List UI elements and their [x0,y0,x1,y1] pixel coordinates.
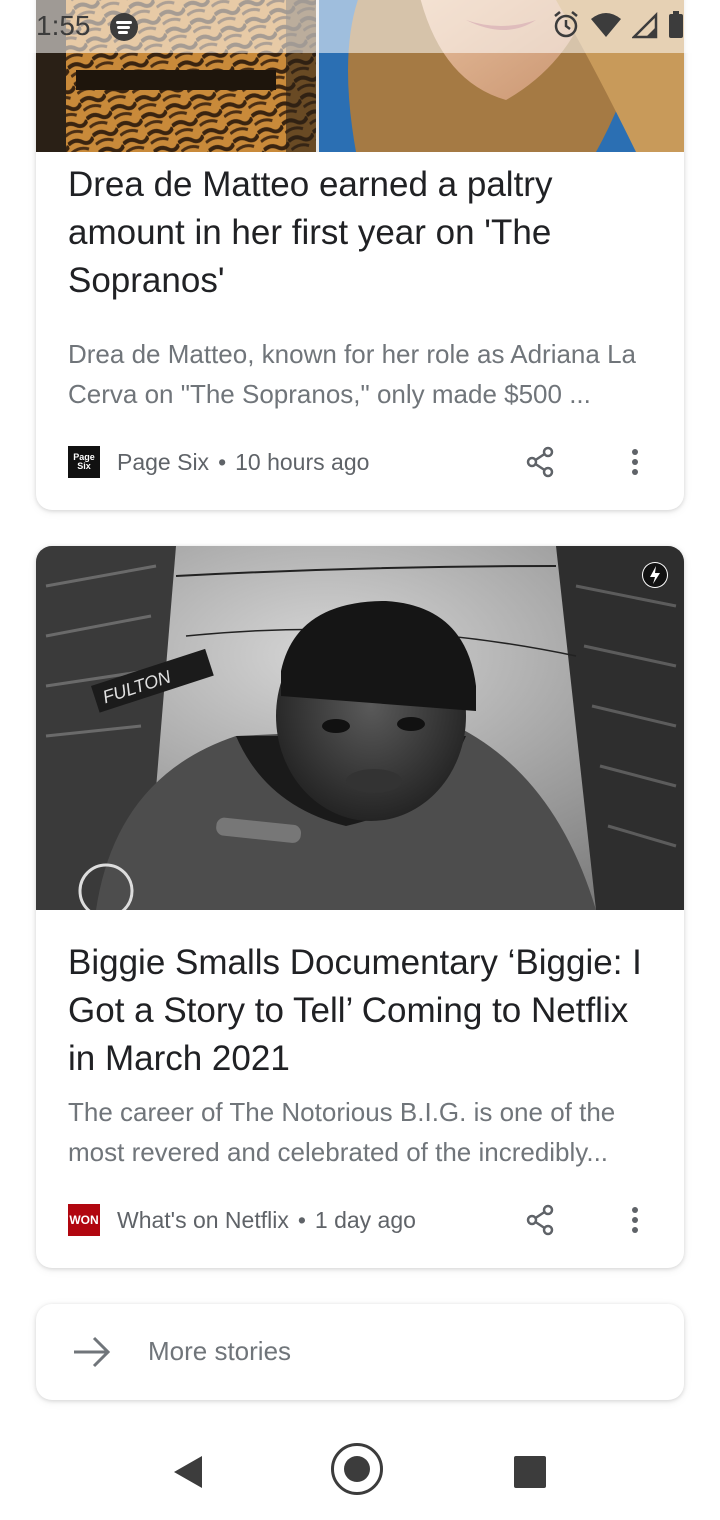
page-six-logo: Page Six [68,446,100,478]
more-stories-label: More stories [148,1336,292,1366]
story-snippet[interactable]: The career of The Notorious B.I.G. is on… [68,1092,654,1172]
story-snippet[interactable]: Drea de Matteo, known for her role as Ad… [68,334,654,414]
story-headline[interactable]: Biggie Smalls Documentary ‘Biggie: I Got… [68,939,654,1083]
source-name: Page Six [117,448,210,475]
story-image[interactable]: FULTON [36,546,684,910]
share-button[interactable] [516,1196,564,1244]
system-nav-bar [0,1420,720,1520]
meta-separator: • [218,448,227,475]
whats-on-netflix-logo: WON [68,1204,100,1236]
story-card[interactable]: FULTON Biggie Smalls Documentary ‘Biggie… [36,546,684,1268]
alarm-icon [554,11,578,38]
share-button[interactable] [516,438,564,486]
signal-icon [632,11,658,39]
story-headline[interactable]: Drea de Matteo earned a paltry amount in… [68,161,654,305]
source-name: What's on Netflix [117,1206,289,1233]
story-meta: Page Six Page Six • 10 hours ago [68,446,369,478]
back-icon[interactable] [172,1455,204,1489]
share-icon [526,1204,554,1236]
story-time: 10 hours ago [235,448,370,475]
home-button[interactable] [331,1443,383,1495]
status-bar: 1:55 [0,0,720,53]
more-vert-icon [632,1207,638,1233]
source-logo-text: WON [69,1213,99,1227]
more-vert-icon [632,449,638,475]
recents-button[interactable] [514,1456,546,1488]
more-options-button[interactable] [611,438,659,486]
story-time: 1 day ago [314,1206,416,1233]
status-time: 1:55 [36,10,91,41]
status-icons [552,10,684,40]
wifi-icon [591,13,621,37]
story-meta: WON What's on Netflix • 1 day ago [68,1204,416,1236]
story-card[interactable]: Drea de Matteo earned a paltry amount in… [36,0,684,510]
arrow-right-icon [74,1336,111,1368]
source-logo-text: Page Six [73,452,95,471]
share-icon [526,446,554,478]
spotify-icon [110,13,138,41]
battery-icon [669,11,683,38]
meta-separator: • [297,1206,306,1233]
more-options-button[interactable] [611,1196,659,1244]
more-stories-button[interactable]: More stories [36,1304,684,1400]
amp-icon [642,562,668,588]
